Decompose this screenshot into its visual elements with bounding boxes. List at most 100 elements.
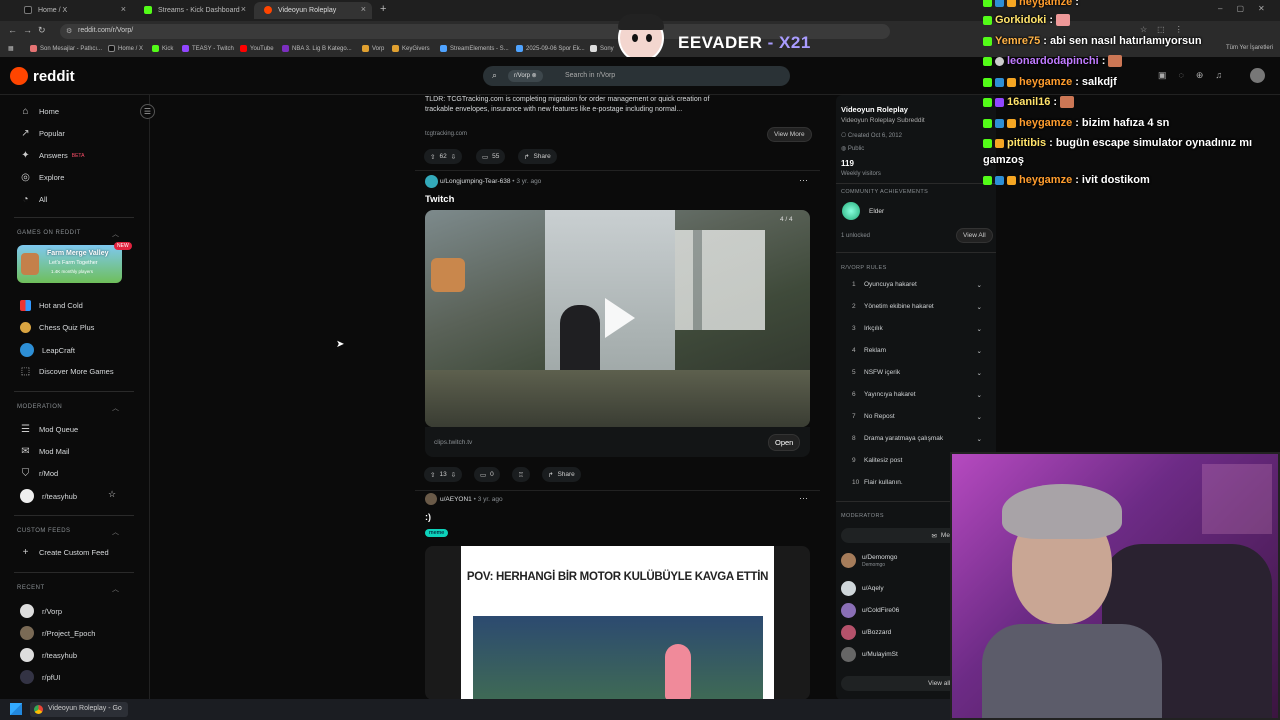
bookmark-item[interactable]: Son Mesajlar - Patlıcı... xyxy=(30,45,102,52)
chrome-icon xyxy=(34,705,43,714)
sidebar-item-popular[interactable]: ↗ Popular xyxy=(20,128,65,139)
sidebar-item-chess-quiz[interactable]: Chess Quiz Plus xyxy=(20,322,94,333)
recent-item-project-epoch[interactable]: r/Project_Epoch xyxy=(20,626,95,640)
sidebar-item-r-mod[interactable]: ⛉ r/Mod xyxy=(20,468,58,479)
chat-message: leonardodapinchi : xyxy=(983,55,1123,67)
streamer-avatar-logo xyxy=(618,14,664,62)
rule-item[interactable]: 8 Drama yaratmaya çalışmak ⌄ xyxy=(852,435,982,443)
video-counter: 4 / 4 xyxy=(780,216,793,223)
sidebar-item-mod-mail[interactable]: ✉ Mod Mail xyxy=(20,446,69,457)
moderator-item[interactable]: u/Aqely xyxy=(841,581,884,596)
bookmark-item[interactable]: Home / X xyxy=(108,45,143,52)
sidebar-item-leapcraft[interactable]: LeapCraft xyxy=(20,343,75,357)
recent-item-teasyhub[interactable]: r/teasyhub xyxy=(20,648,77,662)
subreddit-avatar xyxy=(20,604,34,618)
tab-videoyun-roleplay[interactable]: Videoyun Roleplay × xyxy=(254,2,372,19)
author-avatar[interactable] xyxy=(425,493,437,505)
close-icon[interactable]: × xyxy=(361,4,366,14)
mod-avatar xyxy=(841,603,856,618)
apps-icon[interactable]: ▦ xyxy=(8,45,14,52)
share-button[interactable]: ↱ Share xyxy=(518,149,557,164)
tab-home-x[interactable]: Home / X × xyxy=(14,2,132,19)
award-button[interactable]: ♖ xyxy=(512,467,530,482)
rule-item[interactable]: 7 No Repost ⌄ xyxy=(852,413,982,421)
sidebar-item-hot-and-cold[interactable]: Hot and Cold xyxy=(20,300,83,311)
reddit-logo[interactable]: reddit xyxy=(10,67,75,85)
post-title[interactable]: Twitch xyxy=(425,194,454,205)
chevron-up-icon[interactable]: ︿ xyxy=(112,229,119,239)
open-link-button[interactable]: Open xyxy=(768,434,801,451)
bookmark-item[interactable]: Kick xyxy=(152,45,173,52)
farm-merge-valley-banner[interactable]: Farm Merge Valley Let's Farm Together 1.… xyxy=(17,245,122,283)
bookmark-item[interactable]: TEASY - Twitch xyxy=(182,45,234,52)
upvote-icon[interactable]: ⇧ xyxy=(430,153,435,161)
tab-kick-dashboard[interactable]: Streams - Kick Dashboard × xyxy=(134,2,252,19)
bookmark-item[interactable]: StreamElements - S... xyxy=(440,45,509,52)
comments-button[interactable]: ▭ 0 xyxy=(474,467,500,482)
bookmark-item[interactable]: Vorp xyxy=(362,45,384,52)
rule-item[interactable]: 3 Irkçılık ⌄ xyxy=(852,325,982,333)
collapse-sidebar-button[interactable]: ☰ xyxy=(140,104,155,119)
post-image[interactable]: POV: HERHANGİ BİR MOTOR KULÜBÜYLE KAVGA … xyxy=(425,546,810,700)
post-link-domain[interactable]: tcgtracking.com xyxy=(425,131,467,137)
bookmark-item[interactable]: YouTube xyxy=(240,45,274,52)
chevron-up-icon[interactable]: ︿ xyxy=(112,584,119,594)
sidebar-item-all[interactable]: ◔ All xyxy=(20,194,47,205)
sidebar-item-teasyhub[interactable]: r/teasyhub xyxy=(20,489,77,503)
moderator-item[interactable]: u/Bozzard xyxy=(841,625,891,640)
bookmark-item[interactable]: 2025-09-06 Spor Ek... xyxy=(516,45,585,52)
recent-item-pfui[interactable]: r/pfUI xyxy=(20,670,60,684)
view-more-button[interactable]: View More xyxy=(767,127,812,142)
subreddit-filter-chip[interactable]: r/Vorp ⊗ xyxy=(508,70,543,82)
sidebar-item-home[interactable]: ⌂ Home xyxy=(20,106,59,117)
sidebar-item-answers[interactable]: ✦ Answers BETA xyxy=(20,150,84,161)
chevron-down-icon: ⌄ xyxy=(976,392,982,399)
sidebar-item-mod-queue[interactable]: ☰ Mod Queue xyxy=(20,424,78,435)
vote-control[interactable]: ⇧ 62 ⇩ xyxy=(424,149,463,164)
recent-item-vorp[interactable]: r/Vorp xyxy=(20,604,62,618)
sidebar-item-explore[interactable]: ◎ Explore xyxy=(20,172,64,183)
moderator-item[interactable]: u/MulayimSt xyxy=(841,647,898,662)
comments-button[interactable]: ▭ 55 xyxy=(476,149,506,164)
nav-buttons[interactable]: ←→↻ xyxy=(8,25,52,36)
post-flair[interactable]: meme xyxy=(425,529,449,537)
new-tab-button[interactable]: + xyxy=(380,3,386,15)
create-custom-feed[interactable]: + Create Custom Feed xyxy=(20,547,109,558)
star-icon[interactable]: ☆ xyxy=(108,489,116,500)
chevron-up-icon[interactable]: ︿ xyxy=(112,403,119,413)
moderator-item[interactable]: u/ColdFire06 xyxy=(841,603,899,618)
sidebar-item-discover-games[interactable]: ⬚ Discover More Games xyxy=(20,366,114,377)
explore-icon: ◎ xyxy=(21,172,30,183)
site-info-icon[interactable]: ⚙ xyxy=(66,27,72,35)
rule-item[interactable]: 2 Yönetim ekibine hakaret ⌄ xyxy=(852,303,982,311)
close-icon[interactable]: × xyxy=(121,4,126,14)
play-icon[interactable] xyxy=(605,298,635,338)
post-author[interactable]: u/Longjumping-Tear-638 • 3 yr. ago xyxy=(440,178,541,185)
view-all-achievements-button[interactable]: View All xyxy=(956,228,993,243)
rule-item[interactable]: 5 NSFW içerik ⌄ xyxy=(852,369,982,377)
author-avatar[interactable] xyxy=(425,175,438,188)
close-icon[interactable]: × xyxy=(241,4,246,14)
rule-item[interactable]: 1 Oyuncuya hakaret ⌄ xyxy=(852,281,982,289)
more-options-icon[interactable]: ⋯ xyxy=(799,493,808,504)
downvote-icon[interactable]: ⇩ xyxy=(451,471,456,479)
bookmark-item[interactable]: NBA 3. Lig B Katego... xyxy=(282,45,352,52)
chevron-up-icon[interactable]: ︿ xyxy=(112,527,119,537)
moderator-item[interactable]: u/Demomgo Demomgo xyxy=(841,553,897,568)
taskbar-app-chrome[interactable]: Videoyun Roleplay - Go xyxy=(30,702,128,717)
video-player[interactable]: 4 / 4 xyxy=(425,210,810,427)
post-link-domain[interactable]: clips.twitch.tv xyxy=(434,439,472,446)
bookmark-item[interactable]: KeyGivers xyxy=(392,45,430,52)
windows-start-icon[interactable] xyxy=(10,703,22,715)
post-author[interactable]: u/AEYON1 • 3 yr. ago xyxy=(440,496,503,503)
vote-control[interactable]: ⇧ 13 ⇩ xyxy=(424,467,463,482)
more-options-icon[interactable]: ⋯ xyxy=(799,175,808,186)
downvote-icon[interactable]: ⇩ xyxy=(451,153,456,161)
bookmark-item[interactable]: Sony xyxy=(590,45,614,52)
rule-item[interactable]: 6 Yayıncıya hakaret ⌄ xyxy=(852,391,982,399)
post-title[interactable]: :) xyxy=(425,512,431,522)
upvote-icon[interactable]: ⇧ xyxy=(430,471,435,479)
share-button[interactable]: ↱ Share xyxy=(542,467,581,482)
rule-item[interactable]: 4 Reklam ⌄ xyxy=(852,347,982,355)
search-input[interactable]: ⌕ r/Vorp ⊗ Search in r/Vorp xyxy=(483,66,790,86)
